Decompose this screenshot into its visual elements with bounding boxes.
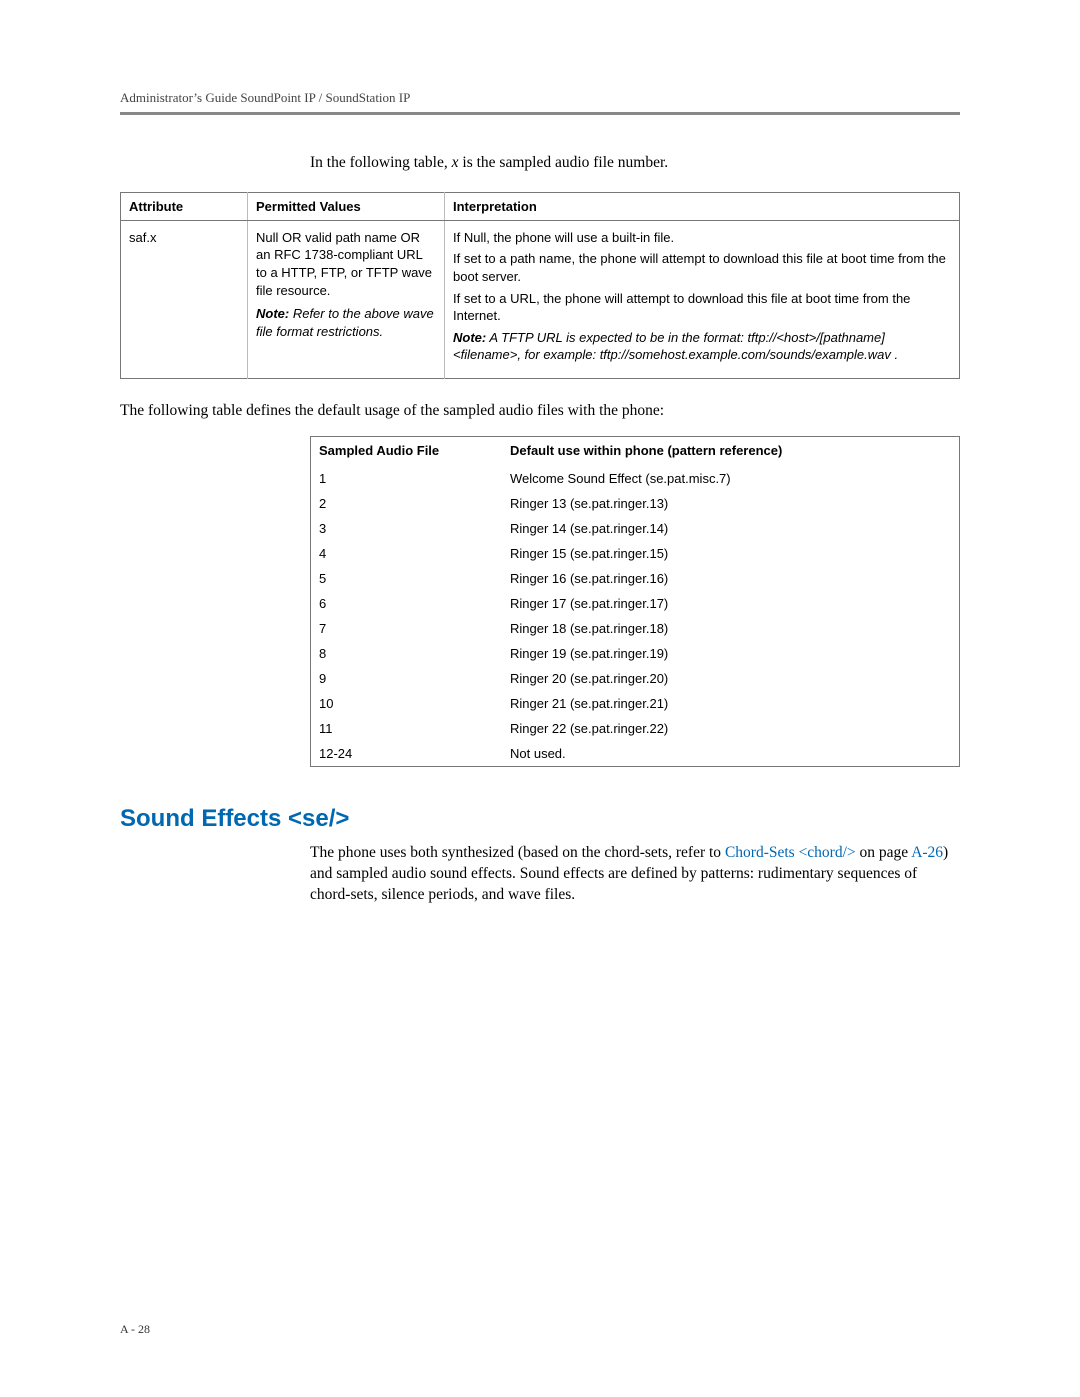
cell-default-use: Ringer 16 (se.pat.ringer.16) (502, 566, 960, 591)
intro1-post: is the sampled audio file number. (459, 154, 669, 171)
cell-sampled-file: 9 (311, 666, 503, 691)
cell-sampled-file: 8 (311, 641, 503, 666)
table-row: saf.x Null OR valid path name OR an RFC … (121, 220, 960, 378)
col-attribute: Attribute (121, 192, 248, 220)
cell-sampled-file: 2 (311, 491, 503, 516)
sec-p-mid: on page (856, 844, 912, 861)
table-row: 10Ringer 21 (se.pat.ringer.21) (311, 691, 960, 716)
interp-note-label: Note: (453, 330, 486, 345)
cell-sampled-file: 6 (311, 591, 503, 616)
perm-main: Null OR valid path name OR an RFC 1738-c… (256, 229, 436, 299)
running-header: Administrator’s Guide SoundPoint IP / So… (120, 90, 960, 106)
table-row: 3Ringer 14 (se.pat.ringer.14) (311, 516, 960, 541)
cell-default-use: Welcome Sound Effect (se.pat.misc.7) (502, 466, 960, 491)
table-row: 11Ringer 22 (se.pat.ringer.22) (311, 716, 960, 741)
cell-default-use: Ringer 17 (se.pat.ringer.17) (502, 591, 960, 616)
table-row: 1Welcome Sound Effect (se.pat.misc.7) (311, 466, 960, 491)
interp-l2: If set to a path name, the phone will at… (453, 250, 951, 285)
table-row: 12-24Not used. (311, 741, 960, 767)
cell-attr: saf.x (121, 220, 248, 378)
cell-default-use: Ringer 21 (se.pat.ringer.21) (502, 691, 960, 716)
cell-sampled-file: 4 (311, 541, 503, 566)
table-row: 9Ringer 20 (se.pat.ringer.20) (311, 666, 960, 691)
interp-l1: If Null, the phone will use a built-in f… (453, 229, 951, 247)
sampled-audio-table: Sampled Audio File Default use within ph… (310, 436, 960, 767)
interp-note: Note: A TFTP URL is expected to be in th… (453, 329, 951, 364)
cell-default-use: Ringer 22 (se.pat.ringer.22) (502, 716, 960, 741)
col-interpretation: Interpretation (445, 192, 960, 220)
page-number: A - 28 (120, 1322, 150, 1337)
interp-l3: If set to a URL, the phone will attempt … (453, 290, 951, 325)
table-header-row: Sampled Audio File Default use within ph… (311, 436, 960, 466)
link-page-a26[interactable]: A-26 (911, 844, 943, 861)
cell-default-use: Ringer 15 (se.pat.ringer.15) (502, 541, 960, 566)
cell-sampled-file: 11 (311, 716, 503, 741)
table-row: 6Ringer 17 (se.pat.ringer.17) (311, 591, 960, 616)
page: Administrator’s Guide SoundPoint IP / So… (0, 0, 1080, 1397)
intro-paragraph-1: In the following table, x is the sampled… (310, 153, 960, 174)
cell-default-use: Ringer 19 (se.pat.ringer.19) (502, 641, 960, 666)
cell-default-use: Ringer 13 (se.pat.ringer.13) (502, 491, 960, 516)
cell-default-use: Ringer 20 (se.pat.ringer.20) (502, 666, 960, 691)
section-heading-sound-effects: Sound Effects <se/> (120, 805, 960, 833)
cell-interp: If Null, the phone will use a built-in f… (445, 220, 960, 378)
intro1-var: x (452, 154, 459, 171)
intro-paragraph-2: The following table defines the default … (120, 401, 960, 422)
cell-sampled-file: 5 (311, 566, 503, 591)
cell-default-use: Not used. (502, 741, 960, 767)
attribute-table: Attribute Permitted Values Interpretatio… (120, 192, 960, 379)
table-row: 8Ringer 19 (se.pat.ringer.19) (311, 641, 960, 666)
intro1-pre: In the following table, (310, 154, 452, 171)
cell-sampled-file: 12-24 (311, 741, 503, 767)
cell-sampled-file: 7 (311, 616, 503, 641)
sec-p-pre: The phone uses both synthesized (based o… (310, 844, 725, 861)
table-row: 7Ringer 18 (se.pat.ringer.18) (311, 616, 960, 641)
header-rule (120, 112, 960, 115)
cell-default-use: Ringer 18 (se.pat.ringer.18) (502, 616, 960, 641)
cell-sampled-file: 10 (311, 691, 503, 716)
perm-note-label: Note: (256, 306, 289, 321)
col-sampled-file: Sampled Audio File (311, 436, 503, 466)
table-row: 4Ringer 15 (se.pat.ringer.15) (311, 541, 960, 566)
sampled-table-wrap: Sampled Audio File Default use within ph… (310, 436, 960, 767)
cell-perm: Null OR valid path name OR an RFC 1738-c… (248, 220, 445, 378)
col-default-use: Default use within phone (pattern refere… (502, 436, 960, 466)
cell-sampled-file: 1 (311, 466, 503, 491)
col-permitted: Permitted Values (248, 192, 445, 220)
link-chord-sets[interactable]: Chord-Sets <chord/> (725, 844, 856, 861)
table-row: 2Ringer 13 (se.pat.ringer.13) (311, 491, 960, 516)
table-header-row: Attribute Permitted Values Interpretatio… (121, 192, 960, 220)
interp-note-body: A TFTP URL is expected to be in the form… (453, 330, 898, 363)
table-row: 5Ringer 16 (se.pat.ringer.16) (311, 566, 960, 591)
perm-note: Note: Refer to the above wave file forma… (256, 305, 436, 340)
section-paragraph: The phone uses both synthesized (based o… (310, 843, 960, 906)
cell-sampled-file: 3 (311, 516, 503, 541)
cell-default-use: Ringer 14 (se.pat.ringer.14) (502, 516, 960, 541)
